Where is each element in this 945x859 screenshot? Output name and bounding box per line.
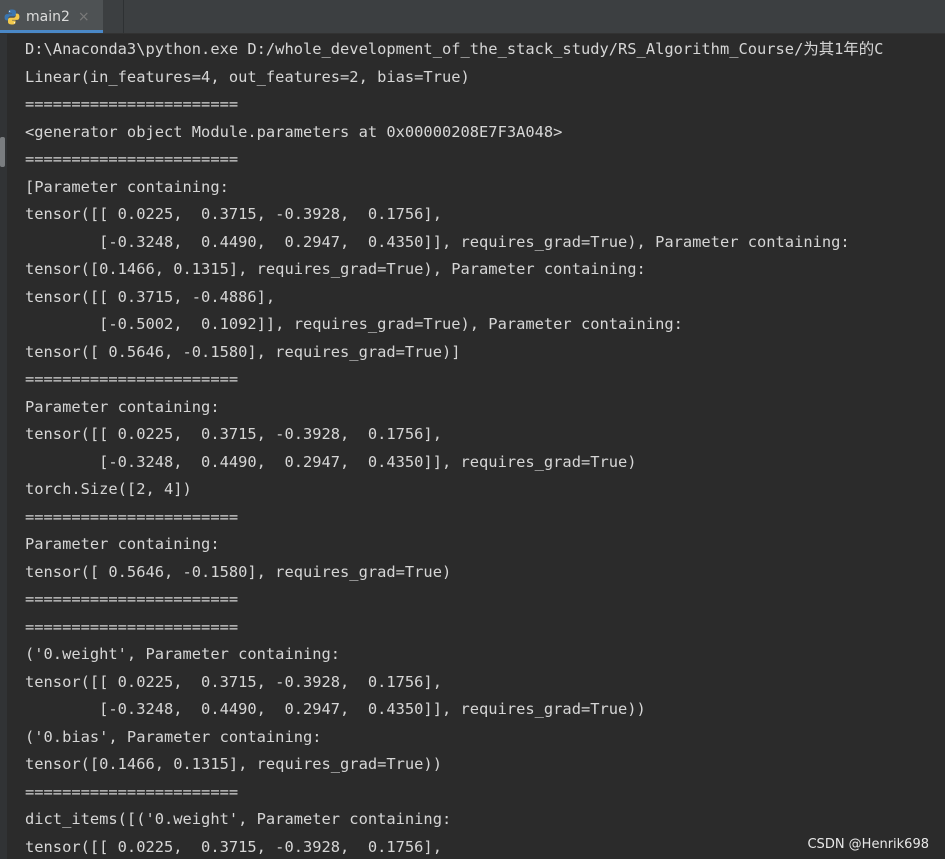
console-lines: D:\Anaconda3\python.exe D:/whole_develop… (25, 36, 883, 859)
console-line: tensor([[ 0.0225, 0.3715, -0.3928, 0.175… (25, 672, 442, 691)
console-line: Parameter containing: (25, 535, 220, 553)
console-line: tensor([[ 0.0225, 0.3715, -0.3928, 0.175… (25, 425, 442, 443)
close-icon[interactable]: × (78, 9, 90, 25)
gutter-marker[interactable] (0, 137, 5, 167)
console-line: [-0.3248, 0.4490, 0.2947, 0.4350]], requ… (25, 452, 637, 471)
console-line: ======================= (25, 370, 239, 388)
console-line: [-0.3248, 0.4490, 0.2947, 0.4350]], requ… (25, 232, 850, 251)
console-line: tensor([0.1466, 0.1315], requires_grad=T… (25, 755, 442, 773)
watermark: CSDN @Henrik698 (807, 837, 929, 852)
console-line: [Parameter containing: (25, 177, 229, 196)
console-line: ======================= (25, 507, 239, 526)
console-line: <generator object Module.parameters at 0… (25, 122, 563, 141)
tab-main2[interactable]: main2 × (0, 0, 103, 33)
console-output[interactable]: D:\Anaconda3\python.exe D:/whole_develop… (7, 34, 945, 859)
console-line: ======================= (25, 95, 239, 113)
console-line: torch.Size([2, 4]) (25, 480, 192, 498)
console-line: ('0.bias', Parameter containing: (25, 727, 322, 746)
console-line: tensor([ 0.5646, -0.1580], requires_grad… (25, 342, 461, 361)
left-gutter (0, 34, 7, 859)
console-line: tensor([0.1466, 0.1315], requires_grad=T… (25, 260, 646, 278)
console-line: Linear(in_features=4, out_features=2, bi… (25, 67, 470, 86)
console-line: [-0.3248, 0.4490, 0.2947, 0.4350]], requ… (25, 700, 646, 718)
tab-divider (123, 0, 124, 33)
console-line: D:\Anaconda3\python.exe D:/whole_develop… (25, 40, 884, 58)
console-line: Parameter containing: (25, 397, 220, 416)
console-line: ======================= (25, 590, 239, 608)
active-tab-indicator (0, 30, 103, 33)
console-line: tensor([[ 0.3715, -0.4886], (25, 287, 276, 306)
run-tab-bar: main2 × (0, 0, 945, 34)
console-line: [-0.5002, 0.1092]], requires_grad=True),… (25, 315, 683, 333)
python-icon (3, 8, 21, 26)
console-line: tensor([ 0.5646, -0.1580], requires_grad… (25, 562, 452, 581)
console-line: ======================= (25, 150, 239, 168)
console-line: tensor([[ 0.0225, 0.3715, -0.3928, 0.175… (25, 205, 442, 223)
ide-run-window: main2 × D:\Anaconda3\python.exe D:/whole… (0, 0, 945, 859)
console-line: ('0.weight', Parameter containing: (25, 645, 341, 663)
console-line: ======================= (25, 782, 239, 801)
console-line: tensor([[ 0.0225, 0.3715, -0.3928, 0.175… (25, 837, 442, 856)
tab-title: main2 (26, 8, 70, 25)
console-line: dict_items([('0.weight', Parameter conta… (25, 810, 452, 828)
console-line: ======================= (25, 617, 239, 636)
